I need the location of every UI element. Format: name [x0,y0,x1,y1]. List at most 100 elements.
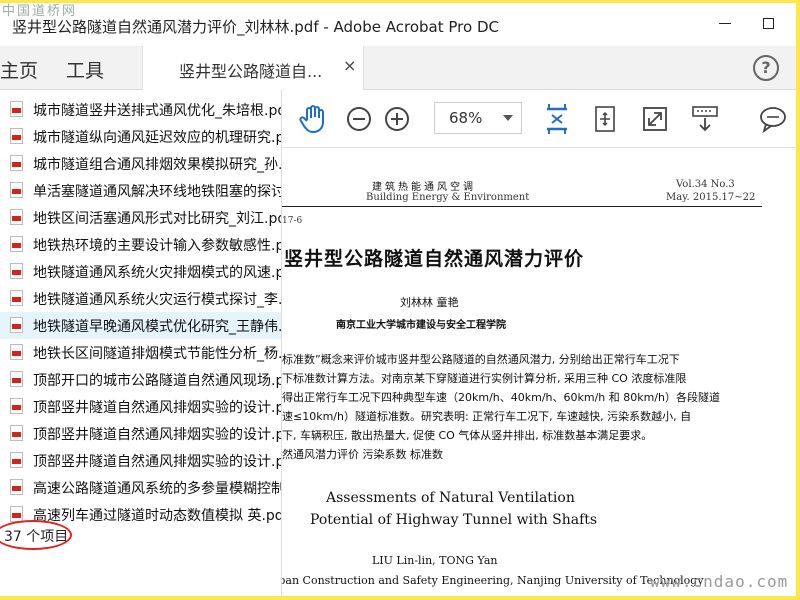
frame-border-bottom [0,596,800,600]
pdf-file-icon [10,128,23,144]
paper-title-cn: 竖井型公路隧道自然通风潜力评价 [284,248,585,270]
affiliation-cn: 南京工业大学城市建设与安全工程学院 [336,320,506,331]
pdf-file-icon [10,290,23,306]
file-name: 地铁隧道通风系统火灾排烟模式的风速.pdf [33,265,282,281]
pdf-file-icon [10,317,23,333]
file-list-item[interactable]: 高速公路隧道通风系统的多参量模糊控制.pdf [0,474,282,501]
file-name: 地铁隧道早晚通风模式优化研究_王静伟.pdf [33,319,282,335]
page-number: 17-6 [282,216,303,226]
zoom-in-icon [385,107,409,131]
pdf-file-icon [10,101,23,117]
file-list-item[interactable]: 地铁长区间隧道排烟模式节能性分析_杨.pdf [0,339,282,366]
chevron-down-icon [503,115,513,121]
file-name: 顶部竖井隧道自然通风排烟实验的设计.pdf [33,400,282,416]
maximize-button[interactable] [753,8,783,38]
fit-width-icon [547,104,567,134]
maximize-icon [762,17,774,29]
pdf-file-icon [10,182,23,198]
pdf-file-icon [10,209,23,225]
file-list-item[interactable]: 地铁区间活塞通风形式对比研究_刘江.pdf [0,204,282,231]
file-name: 地铁隧道通风系统火灾运行模式探讨_李.pdf [33,292,282,308]
minimize-icon [719,22,731,24]
zoom-level-dropdown[interactable]: 68% [434,102,522,134]
file-list-item[interactable]: 地铁隧道早晚通风模式优化研究_王静伟.pdf [0,312,282,339]
comment-icon [760,107,786,133]
file-name: 城市隧道组合通风排烟效果模拟研究_孙.pdf [33,157,282,173]
file-list-item[interactable]: 地铁隧道通风系统火灾运行模式探讨_李.pdf [0,285,282,312]
pdf-file-icon [10,479,23,495]
watermark-bottom-right: www.cndao.com [650,572,789,591]
zoom-level-value: 68% [449,109,483,127]
file-name: 高速列车通过隧道时动态数值模拟 英.pdf [33,508,282,524]
file-name: 顶部开口的城市公路隧道自然通风现场.pdf [33,373,282,389]
abstract-line: 标准数”概念来评价城市竖井型公路隧道的自然通风潜力, 分别给出正常行车工况下 [282,353,680,366]
viewer-toolbar: 68% [282,90,800,148]
rotate-pages-button[interactable] [588,102,622,136]
hand-tool-button[interactable] [296,102,330,136]
abstract-line: 速≤10km/h）隧道标准数。研究表明: 正常行车工况下, 车速越快, 污染系数… [282,410,692,423]
menu-home[interactable]: 主页 [0,56,38,83]
file-list-item[interactable]: 顶部竖井隧道自然通风排烟实验的设计.pdf [0,420,282,447]
journal-date: May. 2015.17~22 [666,192,756,203]
affiliation-en: College of Urban Construction and Safety… [282,574,704,587]
file-list-item[interactable]: 顶部开口的城市公路隧道自然通风现场.pdf [0,366,282,393]
menu-tools[interactable]: 工具 [66,56,104,83]
journal-name-en: Building Energy & Environment [366,192,530,203]
pdf-file-icon [10,425,23,441]
abstract-line: 得出正常行车工况下四种典型车速（20km/h、40km/h、60km/h 和 8… [282,391,721,404]
document-tab[interactable]: 竖井型公路隧道自... × [142,46,364,90]
file-name: 高速公路隧道通风系统的多参量模糊控制.pdf [33,481,282,497]
file-list-item[interactable]: 城市隧道纵向通风延迟效应的机理研究.pdf [0,123,282,150]
journal-name-cn: 建筑热能通风空调 [372,182,476,193]
zoom-out-icon [347,107,371,131]
pdf-file-icon [10,344,23,360]
frame-border-right [796,0,800,600]
document-tab-label: 竖井型公路隧道自... [179,62,323,81]
file-name: 地铁热环境的主要设计输入参数敏感性.pdf [33,238,282,254]
file-list-item[interactable]: 城市隧道组合通风排烟效果模拟研究_孙.pdf [0,150,282,177]
fit-width-button[interactable] [540,102,574,136]
header-rule [282,206,762,207]
file-name: 顶部竖井隧道自然通风排烟实验的设计.pdf [33,454,282,470]
pdf-page: 建筑热能通风空调 Building Energy & Environment V… [282,148,800,600]
help-button[interactable]: ? [753,55,779,81]
journal-volume: Vol.34 No.3 [676,179,735,190]
authors-en: LIU Lin-lin, TONG Yan [372,554,498,567]
abstract-cn: 标准数”概念来评价城市竖井型公路隧道的自然通风潜力, 分别给出正常行车工况下 下… [282,350,752,464]
keywords-line: 然通风潜力评价 污染系数 标准数 [282,448,443,461]
file-name: 顶部竖井隧道自然通风排烟实验的设计.pdf [33,427,282,443]
pdf-file-icon [10,506,23,522]
scroll-mode-button[interactable] [688,102,722,136]
file-name: 地铁长区间隧道排烟模式节能性分析_杨.pdf [33,346,282,362]
frame-border-top [0,0,800,3]
full-screen-button[interactable] [638,102,672,136]
pdf-file-icon [10,236,23,252]
window-title: 竖井型公路隧道自然通风潜力评价_刘林林.pdf - Adobe Acrobat … [12,18,499,36]
title-bar: 中国道桥网 竖井型公路隧道自然通风潜力评价_刘林林.pdf - Adobe Ac… [0,0,800,46]
file-list: 城市隧道竖井送排式通风优化_朱培根.pdf 城市隧道纵向通风延迟效应的机理研究.p… [0,96,282,528]
abstract-line: 下标准数计算方法。对南京某下穿隧道进行实例计算分析, 采用三种 CO 浓度标准限 [282,372,687,385]
file-list-item[interactable]: 地铁隧道通风系统火灾排烟模式的风速.pdf [0,258,282,285]
file-name: 城市隧道竖井送排式通风优化_朱培根.pdf [33,103,282,119]
menu-bar: 主页 工具 竖井型公路隧道自... × ? [0,46,800,90]
authors-cn: 刘林林 童艳 [400,296,459,309]
file-list-item[interactable]: 顶部竖井隧道自然通风排烟实验的设计.pdf [0,393,282,420]
file-list-panel: 城市隧道竖井送排式通风优化_朱培根.pdf 城市隧道纵向通风延迟效应的机理研究.p… [0,90,282,600]
pdf-file-icon [10,371,23,387]
close-tab-icon[interactable]: × [343,56,356,75]
file-list-item[interactable]: 城市隧道竖井送排式通风优化_朱培根.pdf [0,96,282,123]
zoom-in-button[interactable] [380,102,414,136]
scroll-mode-icon [692,106,718,132]
zoom-out-button[interactable] [342,102,376,136]
file-list-item[interactable]: 单活塞隧道通风解决环线地铁阻塞的探讨.pdf [0,177,282,204]
rotate-pages-icon [595,106,615,132]
abstract-line: 下, 车辆积压, 散出热量大, 促使 CO 气体从竖井排出, 标准数基本满足要求… [282,429,653,442]
pdf-file-icon [10,398,23,414]
minimize-button[interactable] [710,8,740,38]
pdf-file-icon [10,263,23,279]
file-list-item[interactable]: 地铁热环境的主要设计输入参数敏感性.pdf [0,231,282,258]
file-list-item[interactable]: 顶部竖井隧道自然通风排烟实验的设计.pdf [0,447,282,474]
pdf-viewer[interactable]: 建筑热能通风空调 Building Energy & Environment V… [282,148,800,600]
full-screen-icon [643,107,667,131]
comment-button[interactable] [756,102,790,136]
